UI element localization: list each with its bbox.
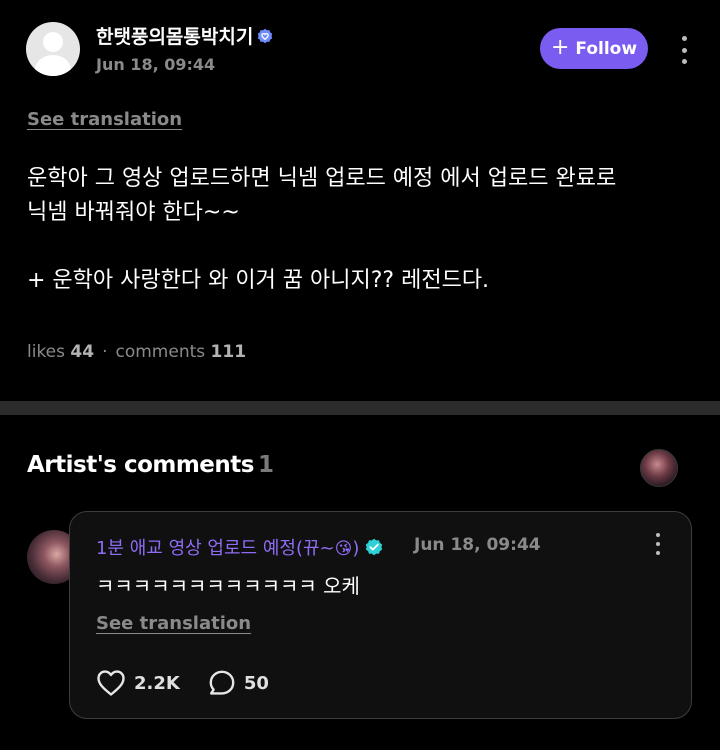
comment-author-emoji: 😘 <box>334 539 353 559</box>
comment-text: ㅋㅋㅋㅋㅋㅋㅋㅋㅋㅋㅋㅋ 오케 <box>96 574 360 598</box>
post-detail-page: 한탯풍의몸통박치기 Jun 18, 09:44 + Follow See tra… <box>0 0 720 750</box>
artist-avatar-small[interactable] <box>640 449 678 487</box>
comments-count[interactable]: 111 <box>211 342 247 362</box>
comment-timestamp: Jun 18, 09:44 <box>414 535 541 555</box>
likes-count[interactable]: 44 <box>70 342 94 362</box>
stats-separator: · <box>102 342 108 362</box>
verified-fan-badge-icon <box>258 28 273 44</box>
artist-comment-card: 1분 애교 영상 업로드 예정(뀨~😘) Jun 18, 09:44 ㅋㅋㅋㅋㅋ… <box>69 511 692 719</box>
comment-author-name[interactable]: 1분 애교 영상 업로드 예정(뀨~😘) <box>96 534 383 560</box>
user-avatar[interactable] <box>26 22 80 76</box>
section-divider <box>0 401 720 415</box>
comment-see-translation-link[interactable]: See translation <box>96 613 251 634</box>
post-header: 한탯풍의몸통박치기 Jun 18, 09:44 + Follow <box>26 22 696 78</box>
post-body-text: 운학아 그 영상 업로드하면 닉넴 업로드 예정 에서 업로드 완료로 닉넴 바… <box>27 166 617 293</box>
post-author-name[interactable]: 한탯풍의몸통박치기 <box>96 26 253 48</box>
likes-label: likes <box>27 342 66 362</box>
heart-icon <box>97 670 125 696</box>
artist-comments-heading: Artist's comments 1 <box>27 452 274 478</box>
artist-comments-title: Artist's comments <box>27 452 254 478</box>
comment-like-button[interactable]: 2.2K <box>96 669 180 697</box>
artist-comments-count: 1 <box>257 452 274 478</box>
comment-reply-count: 50 <box>243 672 269 694</box>
post-author-row[interactable]: 한탯풍의몸통박치기 <box>96 22 273 49</box>
comment-author-text: 1분 애교 영상 업로드 예정(뀨~ <box>96 538 335 559</box>
more-vertical-icon[interactable] <box>674 36 694 64</box>
artist-verified-badge-icon <box>366 538 383 556</box>
comment-actions: 2.2K 50 <box>96 668 269 698</box>
comment-reply-button[interactable]: 50 <box>208 669 269 697</box>
comment-like-count: 2.2K <box>134 672 180 694</box>
post-stats: likes 44 · comments 111 <box>27 342 246 362</box>
follow-label: Follow <box>575 38 638 59</box>
comment-author-close: ) <box>352 538 360 559</box>
comments-label: comments <box>115 342 206 362</box>
follow-button[interactable]: + Follow <box>540 28 648 69</box>
post-timestamp: Jun 18, 09:44 <box>96 55 216 74</box>
see-translation-link[interactable]: See translation <box>27 109 182 130</box>
comment-more-icon[interactable] <box>650 533 666 555</box>
plus-icon: + <box>550 34 570 60</box>
comment-bubble-icon <box>209 670 235 695</box>
